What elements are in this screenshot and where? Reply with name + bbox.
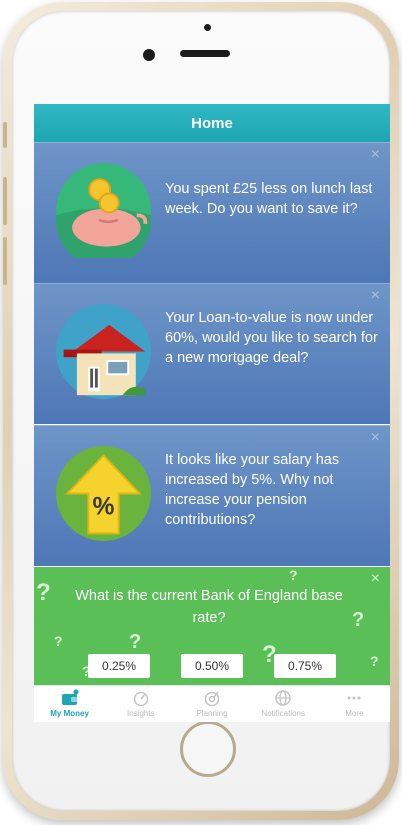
tab-my-money[interactable]: My Money [34,686,105,722]
tab-notifications[interactable]: Notifications [248,686,319,722]
suggestion-card-savings[interactable]: × You spent £25 less on lunch last week.… [34,142,390,283]
question-mark-decoration: ? [289,567,298,583]
house-icon [56,304,151,399]
suggestion-card-mortgage[interactable]: × Your Loan-to-value is now under 60%, w… [34,283,390,424]
earpiece-speaker [180,50,230,57]
question-mark-decoration: ? [36,579,51,606]
quiz-option-0-50[interactable]: 0.50% [181,654,243,678]
question-mark-decoration: ? [129,631,142,653]
tab-label: My Money [50,709,89,718]
volume-down-button [3,237,7,285]
page-title: Home [191,114,233,132]
tab-label: Planning [196,709,228,718]
close-icon[interactable]: × [371,288,380,304]
tab-insights[interactable]: Insights [105,686,176,722]
quiz-question: What is the current Bank of England base… [75,588,343,626]
question-mark-decoration: ? [370,653,379,669]
tab-label: Insights [127,709,155,718]
svg-text:%: % [93,493,115,520]
mute-switch [3,122,7,148]
close-icon[interactable]: × [371,147,380,163]
wallet-icon [61,689,79,705]
app-screen: Home × You spent £25 less on lunch last … [34,104,390,722]
tab-more[interactable]: More [319,686,390,722]
planning-icon [204,691,220,707]
close-icon[interactable]: × [371,571,380,587]
percent-up-arrow-icon: % [56,446,151,541]
card-message: Your Loan-to-value is now under 60%, wou… [165,310,378,366]
home-button[interactable] [180,721,236,777]
proximity-sensor [204,24,211,31]
quiz-panel: × ? ? ? ? ? ? ? ? What is the current Ba… [34,567,390,685]
insights-icon [133,691,149,707]
tab-bar: My Money Insights Planning Notifications… [34,685,390,722]
card-message: It looks like your salary has increased … [165,452,340,528]
volume-up-button [3,177,7,225]
more-icon [347,696,361,700]
question-mark-decoration: ? [352,609,365,631]
question-mark-decoration: ? [54,633,63,649]
quiz-option-0-75[interactable]: 0.75% [274,654,336,678]
nav-bar: Home [34,104,390,142]
card-message: You spent £25 less on lunch last week. D… [165,181,373,217]
tab-label: More [345,709,364,718]
globe-icon [275,690,291,706]
piggy-bank-icon [56,163,151,258]
quiz-option-0-25[interactable]: 0.25% [88,654,150,678]
close-icon[interactable]: × [371,430,380,446]
tab-label: Notifications [261,709,305,718]
tab-planning[interactable]: Planning [176,686,247,722]
suggestion-card-pension[interactable]: × % It looks like your salary has increa… [34,425,390,566]
front-camera [143,49,155,61]
